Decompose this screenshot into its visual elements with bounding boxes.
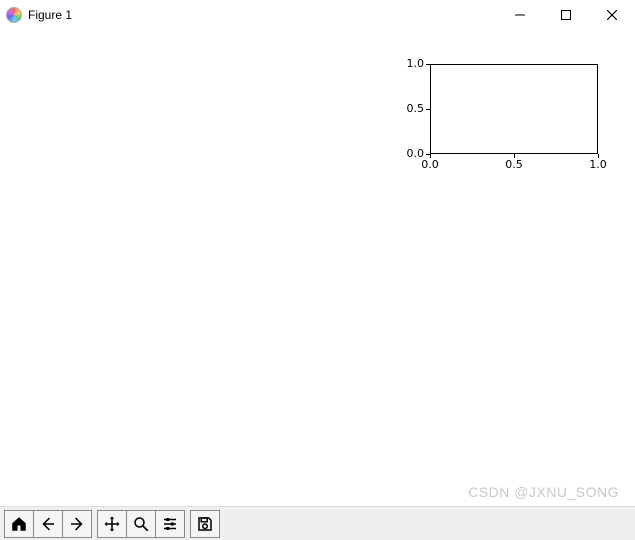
- titlebar: Figure 1: [0, 0, 635, 30]
- y-tick-mark: [426, 109, 430, 110]
- figure-canvas[interactable]: 0.00.51.00.00.51.0: [0, 30, 635, 506]
- x-tick-label: 0.5: [502, 158, 526, 171]
- back-button[interactable]: [33, 510, 63, 538]
- save-button[interactable]: [190, 510, 220, 538]
- x-tick-label: 1.0: [586, 158, 610, 171]
- y-tick-label: 1.0: [402, 57, 424, 70]
- forward-button[interactable]: [62, 510, 92, 538]
- pan-button[interactable]: [97, 510, 127, 538]
- y-tick-label: 0.5: [402, 102, 424, 115]
- configure-subplots-button[interactable]: [155, 510, 185, 538]
- x-tick-mark: [598, 154, 599, 158]
- matplotlib-icon: [6, 7, 22, 23]
- navigation-toolbar: [0, 506, 635, 540]
- axes-frame: [430, 64, 598, 154]
- y-tick-mark: [426, 64, 430, 65]
- home-button[interactable]: [4, 510, 34, 538]
- x-tick-mark: [514, 154, 515, 158]
- maximize-button[interactable]: [543, 0, 589, 30]
- x-tick-label: 0.0: [418, 158, 442, 171]
- zoom-button[interactable]: [126, 510, 156, 538]
- window-title: Figure 1: [28, 8, 72, 22]
- minimize-button[interactable]: [497, 0, 543, 30]
- x-tick-mark: [430, 154, 431, 158]
- close-button[interactable]: [589, 0, 635, 30]
